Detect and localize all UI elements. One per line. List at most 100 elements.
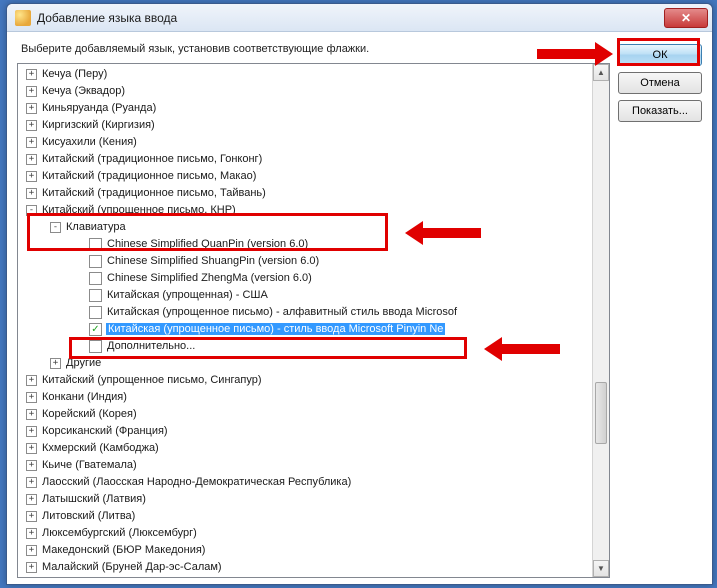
expand-icon[interactable]: + — [26, 171, 37, 182]
expand-icon[interactable]: + — [26, 120, 37, 131]
tree-item-label: Кьиче (Гватемала) — [41, 459, 138, 471]
collapse-icon[interactable]: - — [26, 205, 37, 216]
scroll-down-button[interactable]: ▼ — [593, 560, 609, 577]
expand-icon[interactable]: + — [26, 409, 37, 420]
tree-row[interactable]: + Латышский (Латвия) — [18, 491, 592, 508]
checkbox[interactable] — [89, 255, 102, 268]
tree-item-label: Корсиканский (Франция) — [41, 425, 169, 437]
tree-row[interactable]: -Клавиатура — [18, 219, 592, 236]
expand-icon[interactable]: + — [26, 154, 37, 165]
tree-item-label: Китайский (традиционное письмо, Тайвань) — [41, 187, 267, 199]
checkbox[interactable] — [89, 340, 102, 353]
tree-item-label: Македонский (БЮР Македония) — [41, 544, 206, 556]
expand-icon[interactable]: + — [26, 460, 37, 471]
tree-item-label: Дополнительно... — [106, 340, 196, 352]
expand-icon[interactable]: + — [26, 545, 37, 556]
left-column: Выберите добавляемый язык, установив соо… — [17, 42, 610, 578]
tree-row[interactable]: +Лаосский (Лаосская Народно-Демократичес… — [18, 474, 592, 491]
tree-row[interactable]: + Кхмерский (Камбоджа) — [18, 440, 592, 457]
scroll-up-button[interactable]: ▲ — [593, 64, 609, 81]
checkbox[interactable] — [89, 272, 102, 285]
tree-item-label: Китайский (упрощенное письмо, КНР) — [41, 204, 237, 216]
expand-icon[interactable]: + — [50, 358, 61, 369]
expand-icon[interactable]: + — [26, 86, 37, 97]
checkbox[interactable]: ✓ — [89, 323, 102, 336]
tree-row[interactable]: -Китайский (упрощенное письмо, КНР) — [18, 202, 592, 219]
tree-row[interactable]: + Китайский (традиционное письмо, Гонконг… — [18, 151, 592, 168]
tree-row[interactable]: +Литовский (Литва) — [18, 508, 592, 525]
checkbox[interactable] — [89, 289, 102, 302]
tree-item-label: Китайский (упрощенное письмо, Сингапур) — [41, 374, 263, 386]
ok-button[interactable]: ОК — [618, 44, 702, 66]
expand-icon[interactable]: + — [26, 494, 37, 505]
tree-item-label: Клавиатура — [65, 221, 127, 233]
tree-row[interactable]: +Кисуахили (Кения) — [18, 134, 592, 151]
checkbox[interactable] — [89, 306, 102, 319]
tree-row[interactable]: Chinese Simplified ShuangPin (version 6.… — [18, 253, 592, 270]
collapse-icon[interactable]: - — [50, 222, 61, 233]
tree-row[interactable]: Chinese Simplified QuanPin (version 6.0) — [18, 236, 592, 253]
button-column: ОК Отмена Показать... — [618, 42, 702, 578]
tree-row[interactable]: + Китайский (традиционное письмо, Тайвань… — [18, 185, 592, 202]
expand-icon[interactable]: + — [26, 375, 37, 386]
tree-container: +Кечуа (Перу)+Кечуа (Эквадор)+Киньяруанд… — [17, 63, 610, 578]
arrow-to-keyboard — [484, 337, 560, 361]
tree-row[interactable]: Chinese Simplified ZhengMa (version 6.0) — [18, 270, 592, 287]
tree-item-label: Другие — [65, 357, 102, 369]
expand-icon[interactable]: + — [26, 69, 37, 80]
tree-row[interactable]: + Малайский (Бруней Дар-эс-Салам) — [18, 559, 592, 576]
expand-icon[interactable]: + — [26, 188, 37, 199]
tree-row[interactable]: + Македонский (БЮР Македония) — [18, 542, 592, 559]
expand-icon[interactable]: + — [26, 392, 37, 403]
tree-item-label: Китайская (упрощенное письмо) - стиль вв… — [106, 323, 445, 335]
tree-row[interactable]: +Малайский (Малайзия) — [18, 576, 592, 577]
window-title: Добавление языка ввода — [37, 11, 664, 25]
expand-icon[interactable]: + — [26, 511, 37, 522]
expand-icon[interactable]: + — [26, 562, 37, 573]
tree-item-label: Малайский (Бруней Дар-эс-Салам) — [41, 561, 223, 573]
expand-icon[interactable]: + — [26, 443, 37, 454]
tree-row[interactable]: ✓ Китайская (упрощенное письмо) - стиль в… — [18, 321, 592, 338]
language-tree[interactable]: +Кечуа (Перу)+Кечуа (Эквадор)+Киньяруанд… — [18, 64, 592, 577]
tree-row[interactable]: +Киньяруанда (Руанда) — [18, 100, 592, 117]
tree-item-label: Chinese Simplified ZhengMa (version 6.0) — [106, 272, 313, 284]
arrow-to-ok — [537, 42, 613, 66]
show-button[interactable]: Показать... — [618, 100, 702, 122]
expand-icon[interactable]: + — [26, 103, 37, 114]
tree-row[interactable]: + Кечуа (Эквадор) — [18, 83, 592, 100]
tree-item-label: Корейский (Корея) — [41, 408, 138, 420]
tree-row[interactable]: +Кечуа (Перу) — [18, 66, 592, 83]
tree-item-label: Китайский (традиционное письмо, Макао) — [41, 170, 257, 182]
cancel-button[interactable]: Отмена — [618, 72, 702, 94]
tree-item-label: Китайская (упрощенное письмо) - алфавитн… — [106, 306, 458, 318]
tree-row[interactable]: +Конкани (Индия) — [18, 389, 592, 406]
instruction-text: Выберите добавляемый язык, установив соо… — [17, 42, 610, 57]
vertical-scrollbar[interactable]: ▲ ▼ — [592, 64, 609, 577]
tree-row[interactable]: + Корсиканский (Франция) — [18, 423, 592, 440]
tree-item-label: Китайский (традиционное письмо, Гонконг) — [41, 153, 263, 165]
close-button[interactable]: ✕ — [664, 8, 708, 28]
tree-row[interactable]: + Китайский (упрощенное письмо, Сингапур) — [18, 372, 592, 389]
titlebar: Добавление языка ввода ✕ — [7, 4, 712, 32]
tree-item-label: Кхмерский (Камбоджа) — [41, 442, 160, 454]
expand-icon[interactable]: + — [26, 528, 37, 539]
tree-item-label: Киргизский (Киргизия) — [41, 119, 156, 131]
tree-row[interactable]: + Китайский (традиционное письмо, Макао) — [18, 168, 592, 185]
tree-row[interactable]: Китайская (упрощенное письмо) - алфавитн… — [18, 304, 592, 321]
checkbox[interactable] — [89, 238, 102, 251]
expand-icon[interactable]: + — [26, 137, 37, 148]
tree-item-label: Люксембургский (Люксембург) — [41, 527, 198, 539]
tree-row[interactable]: Китайская (упрощенная) - США — [18, 287, 592, 304]
expand-icon[interactable]: + — [26, 426, 37, 437]
content-area: Выберите добавляемый язык, установив соо… — [7, 32, 712, 584]
app-icon — [15, 10, 31, 26]
tree-row[interactable]: + Корейский (Корея) — [18, 406, 592, 423]
tree-item-label: Кечуа (Эквадор) — [41, 85, 126, 97]
expand-icon[interactable]: + — [26, 477, 37, 488]
tree-row[interactable]: + Кьиче (Гватемала) — [18, 457, 592, 474]
tree-item-label: Chinese Simplified QuanPin (version 6.0) — [106, 238, 309, 250]
scroll-thumb[interactable] — [595, 382, 607, 444]
tree-item-label: Латышский (Латвия) — [41, 493, 147, 505]
tree-row[interactable]: + Люксембургский (Люксембург) — [18, 525, 592, 542]
tree-row[interactable]: + Киргизский (Киргизия) — [18, 117, 592, 134]
